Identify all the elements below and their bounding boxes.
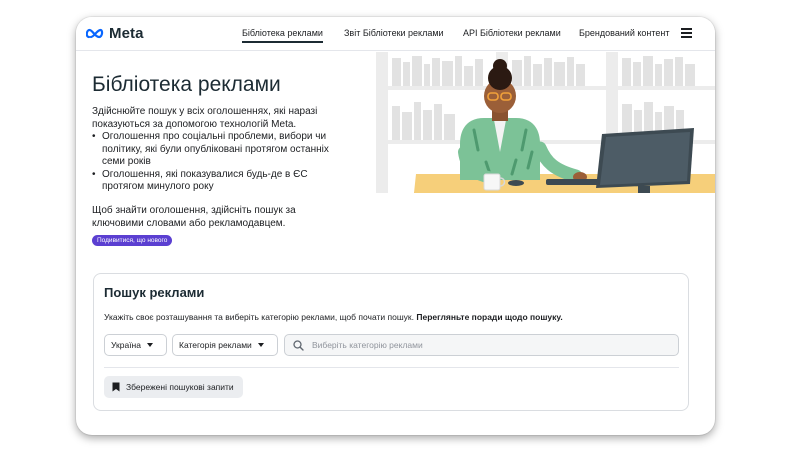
hamburger-menu-icon[interactable] [681,28,692,38]
meta-logo[interactable]: Meta [86,25,144,42]
search-instructions: Укажіть своє розташування та виберіть ка… [104,312,414,322]
search-tips-link[interactable]: Перегляньте поради щодо пошуку. [416,312,562,322]
browser-window: Meta Бібліотека реклами Звіт Бібліотеки … [76,17,715,435]
nav-ad-library-api[interactable]: API Бібліотеки реклами [463,28,561,38]
hero-illustration [376,52,715,193]
search-card-title: Пошук реклами [104,285,205,300]
country-dropdown[interactable]: Україна [104,334,167,356]
search-icon [293,339,304,351]
saved-searches-label: Збережені пошукові запити [126,382,234,392]
search-field[interactable] [284,334,679,356]
search-hint: Щоб знайти оголошення, здійсніть пошук з… [92,205,296,229]
ad-category-dropdown[interactable]: Категорія реклами [172,334,278,356]
bookmark-icon [112,382,120,392]
nav-ad-library[interactable]: Бібліотека реклами [242,28,323,43]
search-input[interactable] [312,340,652,350]
search-card: Пошук реклами Укажіть своє розташування … [93,273,689,411]
bullet-item: Оголошення про соціальні проблеми, вибор… [92,131,342,169]
page-title: Бібліотека реклами [92,73,281,96]
bullet-item: Оголошення, які показувалися будь-де в Є… [92,169,342,194]
chevron-down-icon [257,343,264,347]
nav-branded-content[interactable]: Брендований контент [579,28,670,38]
chevron-down-icon [146,343,153,347]
hero-description: Здійснюйте пошук у всіх оголошеннях, які… [92,106,318,130]
hero-bullet-list: Оголошення про соціальні проблеми, вибор… [92,131,342,194]
meta-infinity-icon [86,28,104,39]
brand-name: Meta [109,25,144,42]
whats-new-badge[interactable]: Подивитися, що нового [92,235,173,246]
nav-ad-library-report[interactable]: Звіт Бібліотеки реклами [344,28,444,38]
ad-category-value: Категорія реклами [179,340,252,350]
top-navigation: Meta Бібліотека реклами Звіт Бібліотеки … [76,17,715,51]
saved-searches-button[interactable]: Збережені пошукові запити [104,376,243,398]
country-value: Україна [111,340,141,350]
divider [104,367,679,368]
search-card-description: Укажіть своє розташування та виберіть ка… [104,312,563,322]
